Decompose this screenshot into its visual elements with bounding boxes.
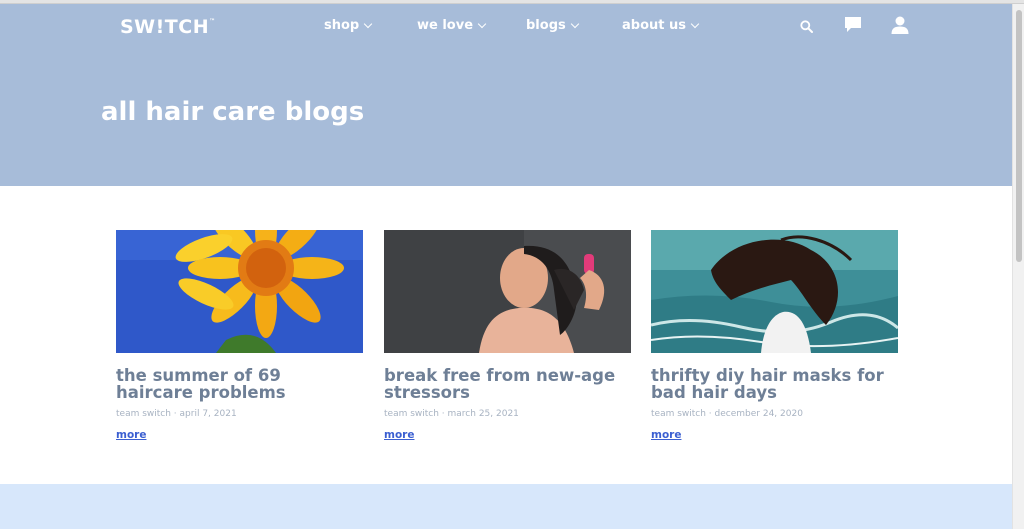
scrollbar-thumb[interactable]: [1016, 10, 1022, 262]
nav-shop-label: shop: [324, 18, 360, 33]
blog-card: thrifty diy hair masks for bad hair days…: [651, 230, 898, 442]
blog-card-title[interactable]: the summer of 69 haircare problems: [116, 367, 363, 401]
chevron-down-icon: [363, 19, 373, 29]
chevron-down-icon: [477, 19, 487, 29]
nav-we-love-label: we love: [417, 18, 474, 33]
nav-blogs-label: blogs: [526, 18, 566, 33]
blog-card-meta: team switch · march 25, 2021: [384, 409, 519, 419]
more-link[interactable]: more: [651, 429, 681, 441]
header-hero: SW!TCH™ shop we love blogs about us all …: [0, 4, 1012, 186]
chat-icon[interactable]: [843, 15, 863, 35]
switch-logo[interactable]: SW!TCH™: [120, 16, 216, 38]
blog-card-meta: team switch · april 7, 2021: [116, 409, 237, 419]
page-title: all hair care blogs: [101, 97, 365, 127]
nav-blogs[interactable]: blogs: [526, 18, 579, 33]
nav-we-love[interactable]: we love: [417, 18, 487, 33]
blog-card: break free from new-age stressors team s…: [384, 230, 631, 442]
more-link[interactable]: more: [116, 429, 146, 441]
nav-shop[interactable]: shop: [324, 18, 373, 33]
woman-hair-sea-image[interactable]: [651, 230, 898, 353]
search-icon[interactable]: [800, 20, 813, 33]
sunflower-image[interactable]: [116, 230, 363, 353]
page-scrollbar[interactable]: [1012, 4, 1024, 529]
chevron-down-icon: [570, 19, 579, 29]
blog-card-meta: team switch · december 24, 2020: [651, 409, 803, 419]
nav-about-us-label: about us: [622, 18, 686, 33]
chevron-down-icon: [690, 19, 700, 29]
more-link[interactable]: more: [384, 429, 414, 441]
woman-brushing-hair-image[interactable]: [384, 230, 631, 353]
user-icon[interactable]: [890, 15, 910, 35]
blog-card-title[interactable]: thrifty diy hair masks for bad hair days: [651, 367, 898, 401]
nav-about-us[interactable]: about us: [622, 18, 700, 33]
blog-card-title[interactable]: break free from new-age stressors: [384, 367, 631, 401]
footer-band: [0, 484, 1012, 529]
blog-card: the summer of 69 haircare problems team …: [116, 230, 363, 442]
